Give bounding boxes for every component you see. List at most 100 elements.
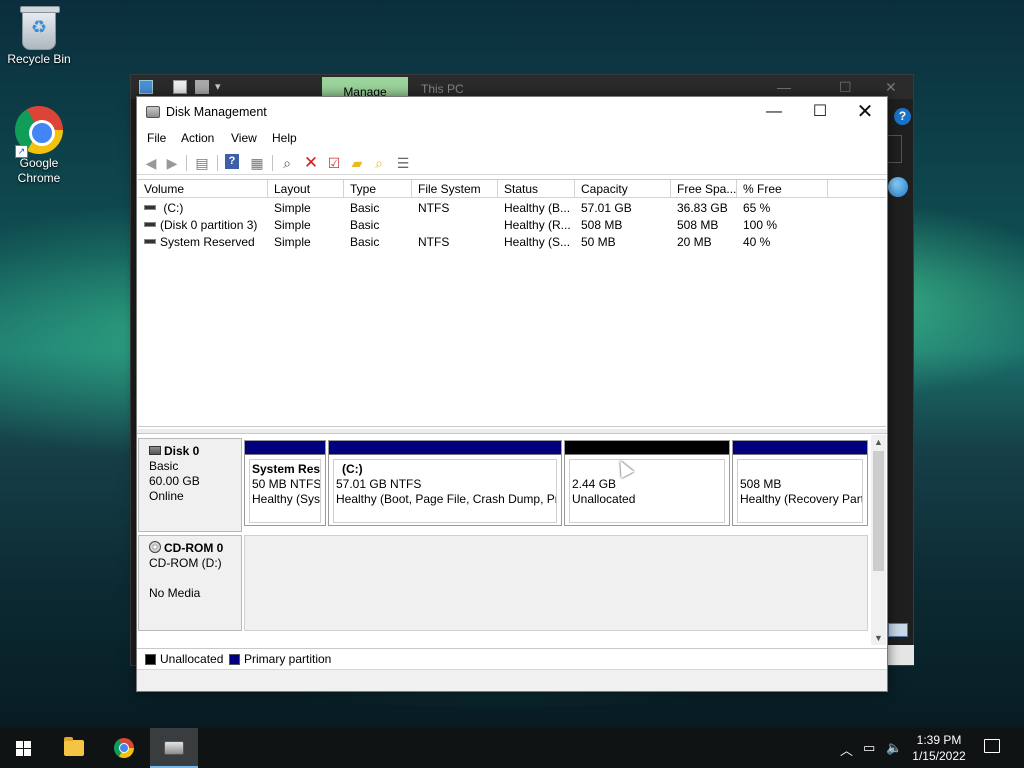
help-icon[interactable]: ? [225, 154, 239, 169]
menu-view[interactable]: View [231, 131, 257, 145]
partition-size: 57.01 GB NTFS [336, 477, 422, 491]
properties-icon[interactable] [173, 80, 187, 94]
explorer-title: This PC [421, 82, 464, 96]
taskbar-disk-management[interactable] [150, 728, 198, 768]
col-type[interactable]: Type [344, 180, 412, 198]
col-file-system[interactable]: File System [412, 180, 498, 198]
cell-status: Healthy (B... [504, 201, 571, 215]
menu-help[interactable]: Help [272, 131, 297, 145]
cell-status: Healthy (R... [504, 218, 571, 232]
title-bar[interactable]: Disk Management — ☐ ✕ [137, 97, 887, 127]
start-button[interactable] [0, 728, 48, 768]
clock[interactable]: 1:39 PM 1/15/2022 [900, 732, 978, 764]
pane-splitter[interactable] [137, 429, 887, 434]
disk-0-label[interactable]: Disk 0 Basic 60.00 GB Online [138, 438, 242, 532]
close-button[interactable]: ✕ [842, 97, 888, 127]
chrome-shortcut[interactable]: ↗ Google Chrome [1, 106, 77, 186]
tray-chevron-icon[interactable]: ︿ [840, 740, 853, 759]
partition-title [572, 462, 724, 477]
status-bar [137, 669, 887, 691]
toolbar: ◀ ▶ ▤ ? ▦ ⌕ ✕ ☑ ▰ ⌕ ☰ [137, 151, 887, 175]
legend-label-unallocated: Unallocated [160, 652, 224, 666]
settings-icon[interactable]: ☰ [394, 154, 412, 172]
network-icon[interactable]: ▭ [863, 740, 875, 756]
col-layout[interactable]: Layout [268, 180, 344, 198]
disk-state: No Media [149, 586, 201, 600]
show-hide-icon[interactable]: ▦ [248, 154, 266, 172]
disk-name: Disk 0 [164, 444, 200, 458]
partition-size: 508 MB [740, 477, 782, 491]
col-volume[interactable]: Volume [138, 180, 268, 198]
new-folder-icon[interactable] [195, 80, 209, 94]
connect-icon[interactable]: ⌕ [278, 154, 296, 172]
partition-c-drive[interactable]: (C:) 57.01 GB NTFS Healthy (Boot, Page F… [328, 440, 562, 526]
action-center-icon[interactable] [984, 739, 1000, 753]
table-row[interactable]: (Disk 0 partition 3) Simple Basic Health… [138, 217, 886, 234]
volume-icon [144, 205, 156, 211]
search-icon[interactable]: ⌕ [370, 154, 388, 172]
partition-unallocated[interactable]: 2.44 GB Unallocated [564, 440, 730, 526]
cd-rom-icon [149, 541, 161, 554]
taskbar: ︿ ▭ 🔈 1:39 PM 1/15/2022 [0, 728, 1024, 768]
maximize-button[interactable]: ☐ [797, 97, 843, 127]
pc-icon [139, 80, 153, 94]
scroll-thumb[interactable] [873, 451, 884, 571]
back-icon[interactable]: ◀ [142, 154, 160, 172]
partition-bar [565, 441, 729, 455]
legend-swatch-primary [229, 654, 240, 665]
partition-recovery[interactable]: 508 MB Healthy (Recovery Part [732, 440, 868, 526]
partition-system-reserved[interactable]: System Rese 50 MB NTFS Healthy (Syst [244, 440, 326, 526]
disk-state: Online [149, 489, 184, 503]
delete-icon[interactable]: ✕ [302, 154, 320, 172]
scroll-up-icon[interactable]: ▲ [871, 435, 886, 449]
table-row[interactable]: (C:) Simple Basic NTFS Healthy (B... 57.… [138, 200, 886, 217]
cdrom-media-area[interactable] [244, 535, 868, 631]
col-percent-free[interactable]: % Free [737, 180, 828, 198]
windows-logo-icon [16, 741, 32, 756]
chrome-icon: ↗ [15, 106, 63, 158]
taskbar-chrome[interactable] [100, 728, 148, 768]
details-view-icon[interactable] [888, 623, 908, 637]
explorer-status-strip [888, 645, 914, 665]
taskbar-file-explorer[interactable] [50, 728, 98, 768]
forward-icon[interactable]: ▶ [163, 154, 181, 172]
table-row[interactable]: System Reserved Simple Basic NTFS Health… [138, 234, 886, 251]
recycle-bin-icon [20, 6, 60, 50]
cell-volume: (C:) [138, 200, 268, 217]
menu-file[interactable]: File [147, 131, 166, 145]
explorer-maximize-icon[interactable]: ☐ [839, 79, 852, 96]
volume-list: Volume Layout Type File System Status Ca… [138, 179, 886, 427]
explorer-close-icon[interactable]: ✕ [885, 79, 897, 96]
help-icon[interactable]: ? [894, 108, 911, 125]
hard-disk-icon [149, 445, 161, 455]
cell-layout: Simple [274, 201, 311, 215]
explorer-search-box[interactable] [888, 135, 902, 163]
properties-icon[interactable]: ▤ [193, 154, 211, 172]
cell-type: Basic [350, 201, 380, 215]
cell-layout: Simple [274, 235, 311, 249]
partition-status: Unallocated [572, 492, 636, 506]
partition-bar [733, 441, 867, 455]
col-free-space[interactable]: Free Spa... [671, 180, 737, 198]
folder-up-icon[interactable]: ▰ [348, 154, 366, 172]
cdrom-0-label[interactable]: CD-ROM 0 CD-ROM (D:) No Media [138, 535, 242, 631]
menu-action[interactable]: Action [181, 131, 214, 145]
explorer-minimize-icon[interactable]: — [777, 79, 791, 95]
quick-access-dropdown-icon[interactable]: ▾ [215, 80, 229, 94]
partition-status: Healthy (Recovery Part [740, 492, 863, 506]
col-status[interactable]: Status [498, 180, 575, 198]
disk-size [149, 571, 241, 586]
minimize-button[interactable]: — [751, 97, 797, 127]
chrome-label: Google Chrome [17, 156, 61, 185]
partition-bar [329, 441, 561, 455]
disk-kind: Basic [149, 459, 179, 473]
recycle-bin-shortcut[interactable]: Recycle Bin [1, 6, 77, 67]
vertical-scrollbar[interactable]: ▲ ▼ [871, 435, 886, 645]
check-icon[interactable]: ☑ [325, 154, 343, 172]
scroll-down-icon[interactable]: ▼ [871, 631, 886, 645]
disk-size: 60.00 GB [149, 474, 200, 488]
col-capacity[interactable]: Capacity [575, 180, 671, 198]
partition-size: 50 MB NTFS [252, 477, 321, 491]
cell-percent-free: 100 % [743, 218, 778, 232]
cell-volume: (Disk 0 partition 3) [138, 217, 268, 234]
